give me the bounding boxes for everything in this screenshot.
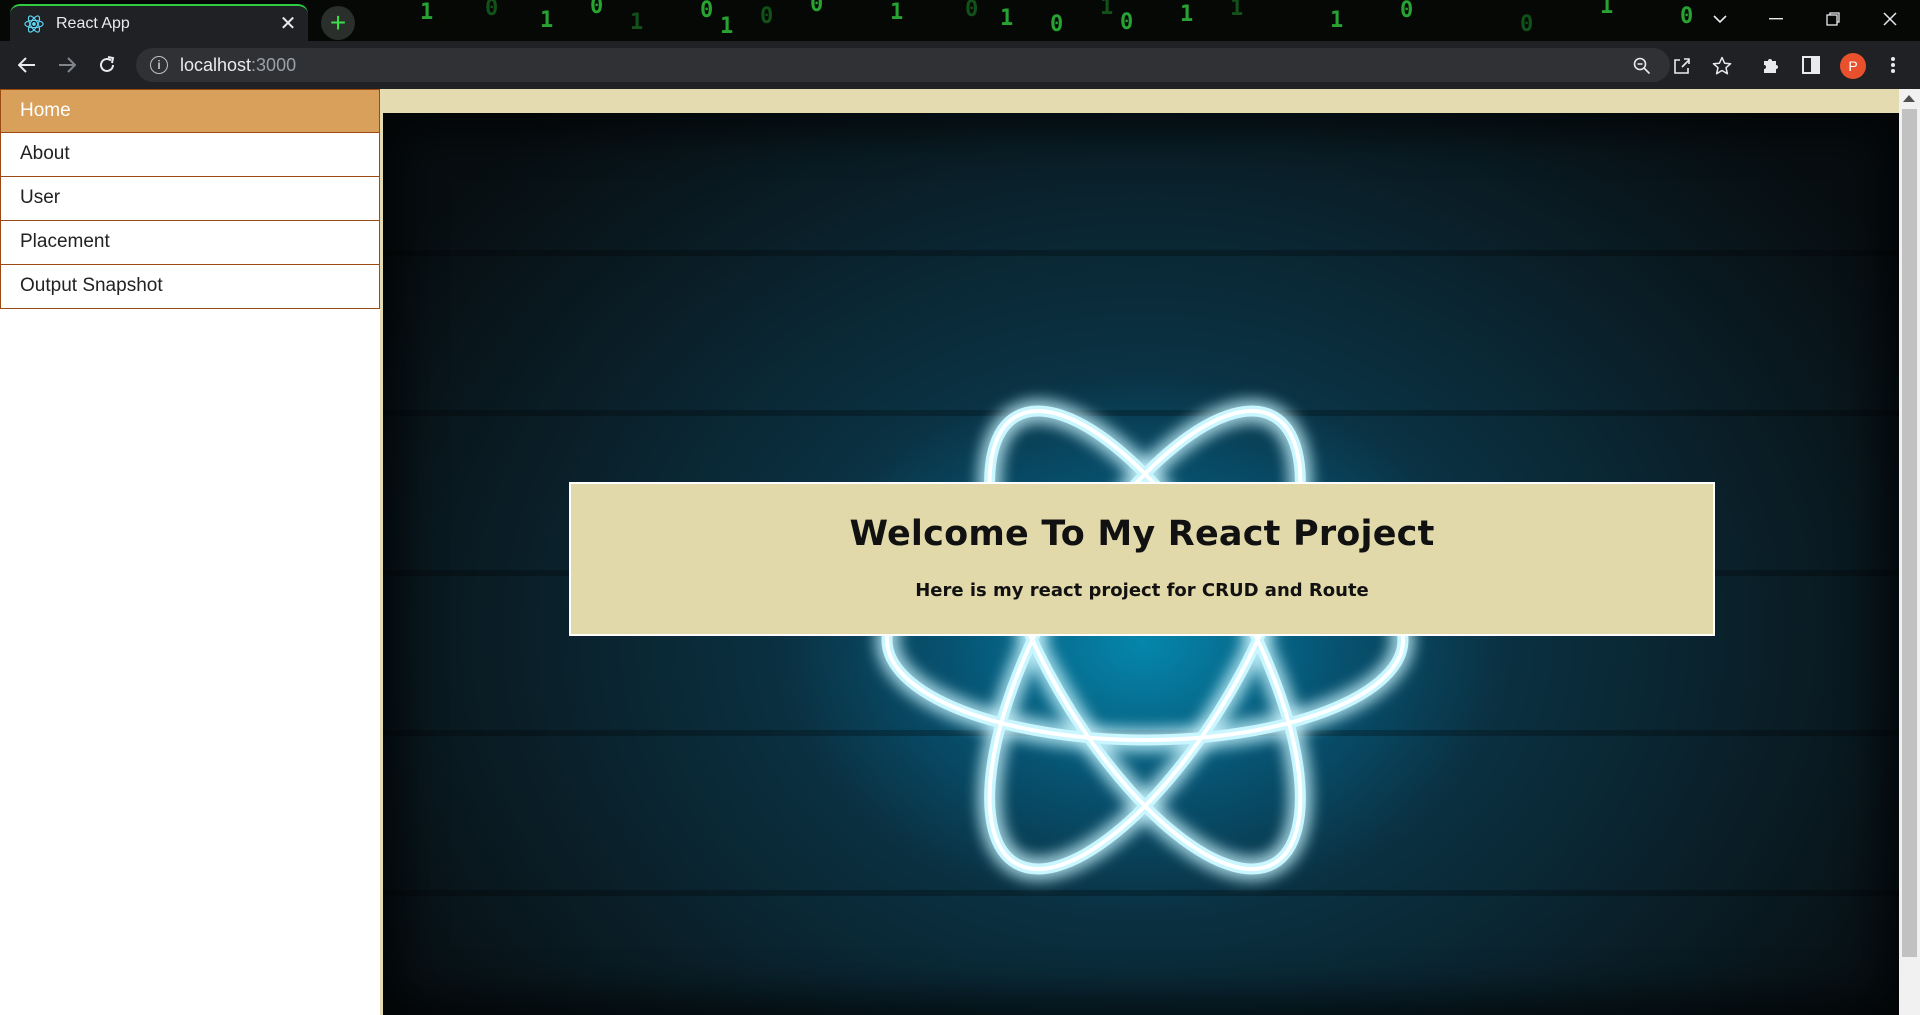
matrix-digit: 0 — [1400, 0, 1414, 23]
minimize-window-icon[interactable] — [1750, 0, 1802, 38]
matrix-digit: 1 — [1230, 0, 1244, 21]
react-favicon-icon — [24, 14, 44, 34]
site-info-icon[interactable]: i — [150, 56, 168, 74]
matrix-digit: 0 — [760, 4, 774, 29]
matrix-digit: 0 — [965, 0, 979, 22]
sidebar-item-about[interactable]: About — [0, 133, 380, 177]
url-port: :3000 — [251, 54, 297, 75]
matrix-digit: 1 — [1180, 2, 1194, 27]
profile-avatar[interactable]: P — [1840, 53, 1866, 79]
matrix-digit: 1 — [420, 0, 434, 25]
sidebar-nav: Home About User Placement Output Snapsho… — [0, 89, 380, 1015]
matrix-digit: 0 — [1050, 12, 1064, 37]
url-host: localhost — [180, 54, 252, 75]
matrix-digit: 0 — [590, 0, 604, 19]
matrix-digit: 1 — [540, 8, 554, 33]
tab-close-icon[interactable]: ✕ — [274, 10, 302, 38]
share-icon[interactable] — [1670, 54, 1694, 78]
matrix-digit: 0 — [1120, 10, 1134, 35]
matrix-digit: 0 — [810, 0, 824, 17]
menu-kebab-icon[interactable] — [1881, 53, 1905, 77]
page-scrollbar[interactable] — [1899, 89, 1920, 1015]
matrix-digit: 0 — [1680, 4, 1694, 29]
matrix-digit: 1 — [1330, 8, 1344, 33]
matrix-digit: 1 — [1000, 6, 1014, 31]
browser-titlebar: 1010101001010101110010 React App ✕ + — [0, 0, 1920, 41]
matrix-digit: 1 — [720, 14, 734, 39]
forward-arrow-icon[interactable] — [51, 49, 83, 81]
extensions-puzzle-icon[interactable] — [1759, 53, 1783, 77]
address-bar[interactable]: i localhost:3000 — [136, 48, 1732, 82]
browser-toolbar: i localhost:3000 P — [0, 41, 1920, 89]
welcome-card: Welcome To My React Project Here is my r… — [569, 482, 1715, 636]
side-panel-icon[interactable] — [1799, 53, 1823, 77]
scroll-up-arrow-icon[interactable] — [1903, 95, 1915, 102]
restore-window-icon[interactable] — [1807, 0, 1859, 38]
page-viewport: Home About User Placement Output Snapsho… — [0, 89, 1920, 1015]
welcome-title: Welcome To My React Project — [849, 514, 1435, 554]
sidebar-item-user[interactable]: User — [0, 177, 380, 221]
browser-tab-active[interactable]: React App ✕ — [10, 4, 308, 41]
matrix-digit: 1 — [1100, 0, 1114, 20]
matrix-digit: 0 — [485, 0, 499, 21]
sidebar-item-home[interactable]: Home — [0, 89, 380, 133]
sidebar-item-output-snapshot[interactable]: Output Snapshot — [0, 265, 380, 309]
hero-background: Welcome To My React Project Here is my r… — [383, 113, 1899, 1015]
matrix-digit: 0 — [700, 0, 714, 23]
close-window-icon[interactable] — [1864, 0, 1916, 38]
scrollbar-thumb[interactable] — [1902, 109, 1917, 957]
sidebar-item-placement[interactable]: Placement — [0, 221, 380, 265]
matrix-digit: 0 — [1520, 12, 1534, 37]
reload-icon[interactable] — [91, 49, 123, 81]
matrix-digit: 1 — [1600, 0, 1614, 19]
welcome-subtitle: Here is my react project for CRUD and Ro… — [915, 580, 1369, 601]
bookmark-star-icon[interactable] — [1710, 54, 1734, 78]
matrix-digit: 1 — [890, 0, 904, 25]
back-arrow-icon[interactable] — [11, 49, 43, 81]
main-content: Welcome To My React Project Here is my r… — [380, 89, 1899, 1015]
new-tab-button[interactable]: + — [321, 6, 355, 40]
matrix-digit: 1 — [630, 10, 644, 35]
tab-title: React App — [56, 14, 130, 32]
zoom-icon[interactable] — [1630, 54, 1654, 78]
tab-search-chevron-down-icon[interactable] — [1694, 0, 1746, 38]
